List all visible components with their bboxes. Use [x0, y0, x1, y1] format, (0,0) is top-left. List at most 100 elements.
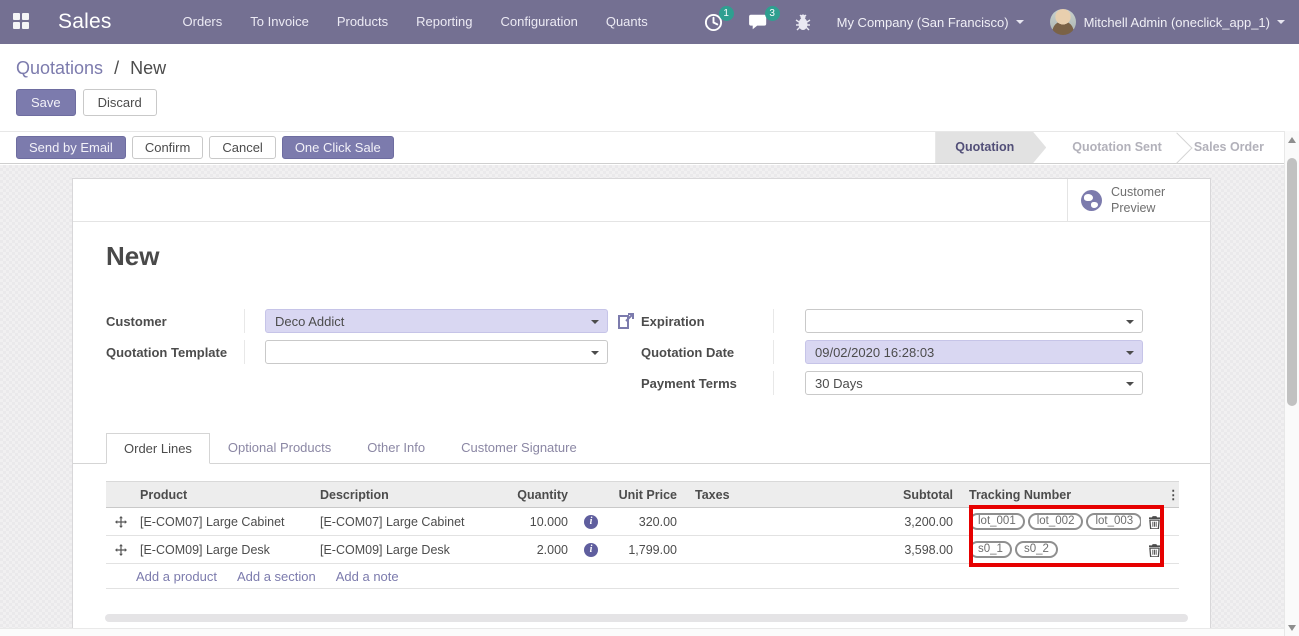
- drag-handle[interactable]: [106, 508, 136, 536]
- vertical-scrollbar[interactable]: [1284, 131, 1299, 636]
- tracking-tag[interactable]: lot_002: [1028, 513, 1084, 530]
- tracking-tag[interactable]: s0_1: [969, 541, 1012, 558]
- menu-to-invoice[interactable]: To Invoice: [236, 0, 323, 44]
- table-header-row: Product Description Quantity Unit Price …: [106, 482, 1179, 508]
- delete-row-button[interactable]: [1141, 536, 1167, 564]
- debug-button[interactable]: [795, 13, 811, 31]
- col-quantity[interactable]: Quantity: [491, 482, 584, 508]
- tracking-tag[interactable]: s0_2: [1015, 541, 1058, 558]
- add-a-note-link[interactable]: Add a note: [336, 569, 399, 584]
- payment-terms-field[interactable]: 30 Days: [805, 371, 1143, 395]
- delete-row-button[interactable]: [1141, 508, 1167, 536]
- cell-taxes[interactable]: [691, 508, 857, 536]
- send-by-email-button[interactable]: Send by Email: [16, 136, 126, 159]
- save-button[interactable]: Save: [16, 89, 76, 116]
- content-area: Customer Preview New Customer Deco Addic…: [0, 165, 1284, 628]
- add-a-section-link[interactable]: Add a section: [237, 569, 316, 584]
- cell-unit-price[interactable]: 1,799.00: [601, 536, 691, 564]
- notebook-tabs: Order Lines Optional Products Other Info…: [73, 433, 1210, 464]
- status-steps: Quotation Quotation Sent Sales Order: [935, 132, 1284, 163]
- tab-customer-signature[interactable]: Customer Signature: [443, 432, 595, 463]
- user-menu[interactable]: Mitchell Admin (oneclick_app_1): [1050, 9, 1285, 35]
- optional-columns-icon[interactable]: ⋮: [1167, 482, 1179, 508]
- navbar-systray: 1 3 My Company (San Francisco) Mitchell …: [704, 9, 1299, 35]
- field-label-payment-terms: Payment Terms: [641, 376, 773, 391]
- cancel-button[interactable]: Cancel: [209, 136, 275, 159]
- col-subtotal[interactable]: Subtotal: [857, 482, 957, 508]
- cell-description[interactable]: [E-COM09] Large Desk: [316, 536, 491, 564]
- cell-product[interactable]: [E-COM09] Large Desk: [136, 536, 316, 564]
- drag-handle[interactable]: [106, 536, 136, 564]
- col-description[interactable]: Description: [316, 482, 491, 508]
- one-click-sale-button[interactable]: One Click Sale: [282, 136, 394, 159]
- table-row[interactable]: [E-COM09] Large Desk [E-COM09] Large Des…: [106, 536, 1179, 564]
- menu-quants[interactable]: Quants: [592, 0, 662, 44]
- bug-icon: [795, 13, 811, 31]
- move-icon: [115, 516, 127, 528]
- table-row[interactable]: [E-COM07] Large Cabinet [E-COM07] Large …: [106, 508, 1179, 536]
- messages-button[interactable]: 3: [749, 13, 769, 31]
- button-box-row: Customer Preview: [73, 179, 1210, 222]
- menu-reporting[interactable]: Reporting: [402, 0, 486, 44]
- cell-tracking-number[interactable]: lot_001lot_002lot_003: [957, 508, 1141, 536]
- tab-other-info[interactable]: Other Info: [349, 432, 443, 463]
- cell-quantity[interactable]: 2.000: [491, 536, 584, 564]
- menu-products[interactable]: Products: [323, 0, 402, 44]
- app-name[interactable]: Sales: [58, 10, 112, 34]
- cell-unit-price[interactable]: 320.00: [601, 508, 691, 536]
- col-unit-price[interactable]: Unit Price: [601, 482, 691, 508]
- col-taxes[interactable]: Taxes: [691, 482, 857, 508]
- cell-subtotal[interactable]: 3,200.00: [857, 508, 957, 536]
- apps-menu-icon[interactable]: [13, 13, 31, 31]
- customer-preview-button[interactable]: Customer Preview: [1067, 179, 1210, 222]
- customer-preview-label: Customer Preview: [1111, 185, 1181, 216]
- order-lines-table: Product Description Quantity Unit Price …: [106, 481, 1179, 589]
- col-product[interactable]: Product: [136, 482, 316, 508]
- forecast-info-icon[interactable]: i: [584, 515, 598, 529]
- control-panel-buttons: Save Discard: [0, 79, 1299, 116]
- scrollbar-thumb[interactable]: [1287, 158, 1297, 406]
- company-switcher[interactable]: My Company (San Francisco): [837, 15, 1024, 30]
- quotation-template-field[interactable]: [265, 340, 608, 364]
- activities-button[interactable]: 1: [704, 13, 723, 32]
- menu-configuration[interactable]: Configuration: [487, 0, 592, 44]
- external-link-icon[interactable]: [618, 312, 635, 329]
- scroll-up-icon[interactable]: [1288, 137, 1296, 143]
- tab-order-lines[interactable]: Order Lines: [106, 433, 210, 464]
- tracking-tag[interactable]: lot_001: [969, 513, 1025, 530]
- dropdown-caret-icon: [1126, 351, 1134, 355]
- discard-button[interactable]: Discard: [83, 89, 157, 116]
- scroll-down-icon[interactable]: [1288, 625, 1296, 631]
- expiration-field[interactable]: [805, 309, 1143, 333]
- user-name: Mitchell Admin (oneclick_app_1): [1084, 15, 1270, 30]
- menu-orders[interactable]: Orders: [169, 0, 237, 44]
- tracking-tag[interactable]: lot_003: [1086, 513, 1141, 530]
- status-quotation[interactable]: Quotation: [935, 132, 1046, 163]
- activity-badge: 1: [719, 6, 734, 21]
- col-tracking-number[interactable]: Tracking Number: [957, 482, 1141, 508]
- add-a-product-link[interactable]: Add a product: [136, 569, 217, 584]
- globe-icon: [1081, 190, 1102, 211]
- horizontal-scrollbar[interactable]: [105, 614, 1188, 622]
- cell-subtotal[interactable]: 3,598.00: [857, 536, 957, 564]
- cell-description[interactable]: [E-COM07] Large Cabinet: [316, 508, 491, 536]
- cell-quantity[interactable]: 10.000: [491, 508, 584, 536]
- form-group-right: Expiration Quotation Date 09/02/2020 16:…: [618, 309, 1143, 402]
- message-badge: 3: [765, 6, 780, 21]
- field-label-customer: Customer: [106, 314, 244, 329]
- cell-taxes[interactable]: [691, 536, 857, 564]
- tab-optional-products[interactable]: Optional Products: [210, 432, 349, 463]
- cell-product[interactable]: [E-COM07] Large Cabinet: [136, 508, 316, 536]
- trash-icon: [1149, 544, 1160, 557]
- company-name: My Company (San Francisco): [837, 15, 1009, 30]
- breadcrumb-separator: /: [114, 58, 119, 78]
- bottom-scrollbar-track[interactable]: [0, 628, 1284, 636]
- confirm-button[interactable]: Confirm: [132, 136, 204, 159]
- cell-tracking-number[interactable]: s0_1s0_2: [957, 536, 1141, 564]
- breadcrumb: Quotations / New: [0, 44, 1299, 79]
- forecast-info-icon[interactable]: i: [584, 543, 598, 557]
- breadcrumb-quotations[interactable]: Quotations: [16, 58, 103, 78]
- customer-field[interactable]: Deco Addict: [265, 309, 608, 333]
- quotation-date-field[interactable]: 09/02/2020 16:28:03: [805, 340, 1143, 364]
- dropdown-caret-icon: [1126, 382, 1134, 386]
